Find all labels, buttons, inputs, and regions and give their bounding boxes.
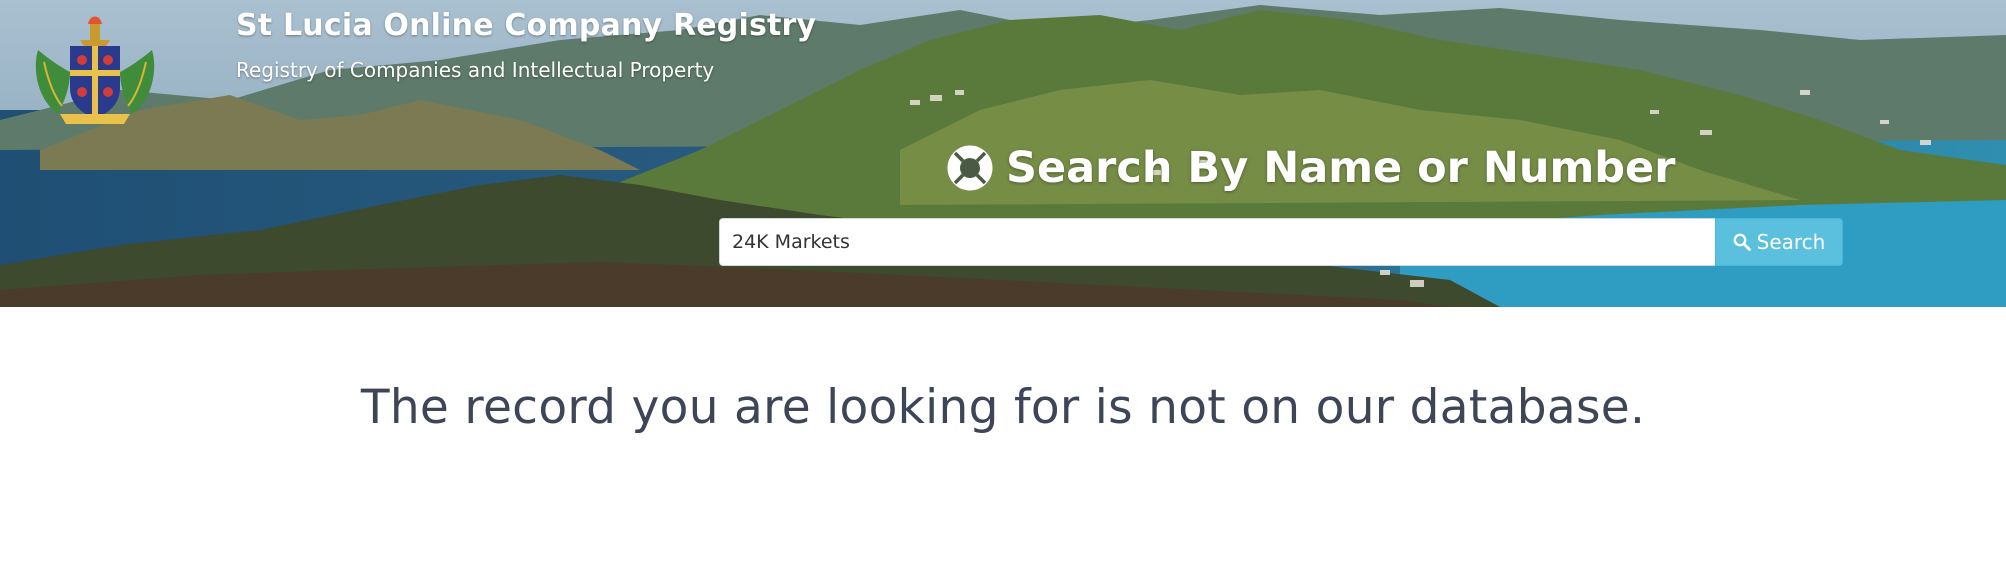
search-form: Search — [719, 218, 1843, 266]
no-results-message: The record you are looking for is not on… — [360, 380, 1646, 435]
search-heading-label: Search By Name or Number — [1006, 143, 1676, 193]
site-subtitle: Registry of Companies and Intellectual P… — [236, 58, 715, 82]
search-button-label: Search — [1756, 230, 1826, 254]
site-title[interactable]: St Lucia Online Company Registry — [236, 8, 816, 43]
hero-banner: St Lucia Online Company Registry Registr… — [0, 0, 2006, 307]
lifebuoy-icon — [947, 145, 993, 191]
coat-of-arms-icon — [35, 16, 155, 124]
search-icon — [1733, 233, 1751, 251]
search-heading: Search By Name or Number — [946, 140, 1675, 196]
search-input[interactable] — [719, 218, 1715, 266]
search-button[interactable]: Search — [1715, 218, 1843, 266]
